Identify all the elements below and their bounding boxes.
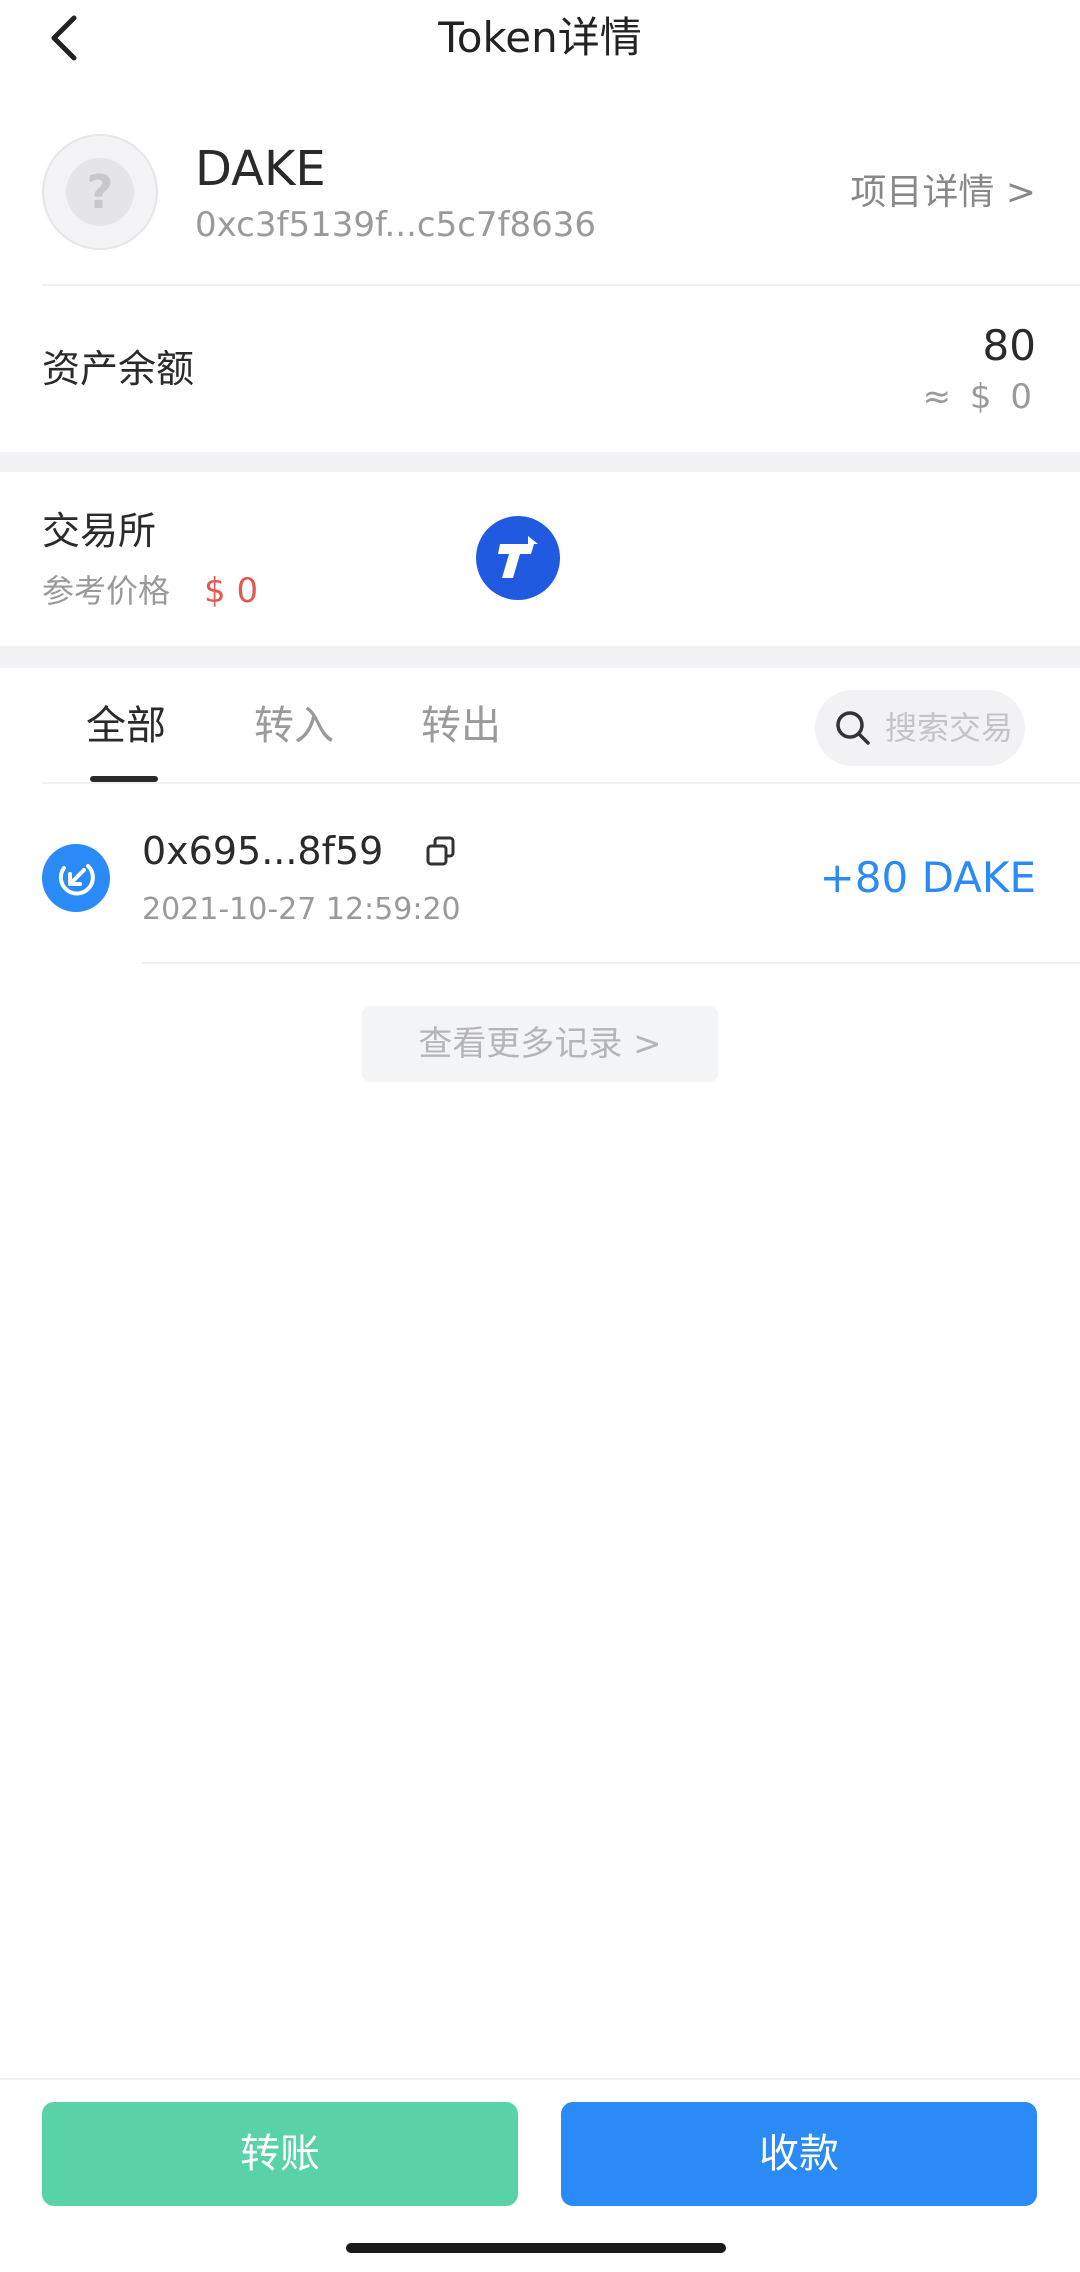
divider: [42, 284, 1080, 286]
balance-amount: 80: [982, 321, 1036, 370]
balance-fiat-value: ≈ $ 0: [922, 377, 1036, 417]
search-icon: [836, 711, 870, 745]
token-symbol: DAKE: [195, 141, 326, 197]
header: Token详情: [0, 0, 1080, 76]
page-title: Token详情: [438, 13, 642, 62]
section-separator: [0, 646, 1080, 668]
reference-price-value: $ 0: [204, 571, 259, 611]
home-indicator[interactable]: [346, 2243, 726, 2253]
transfer-button[interactable]: 转账: [42, 2102, 518, 2206]
exchange-logo-icon[interactable]: [476, 516, 560, 600]
reference-price-label: 参考价格: [42, 572, 171, 610]
balance-label: 资产余额: [42, 347, 195, 391]
token-logo: ?: [42, 134, 158, 250]
search-input[interactable]: 搜索交易: [815, 690, 1025, 766]
view-more-records-button[interactable]: 查看更多记录 >: [362, 1006, 718, 1082]
token-placeholder-icon: ?: [66, 158, 134, 226]
divider: [42, 782, 1080, 784]
token-address[interactable]: 0xc3f5139f...c5c7f8636: [195, 204, 596, 246]
transaction-amount: +80 DAKE: [819, 853, 1036, 902]
divider: [142, 962, 1080, 964]
copy-icon[interactable]: [424, 834, 458, 868]
incoming-arrow-icon: [42, 844, 110, 912]
project-details-link[interactable]: 项目详情 >: [850, 170, 1036, 216]
exchange-label: 交易所: [42, 509, 157, 553]
token-detail-screen: Token详情 ? DAKE 0xc3f5139f...c5c7f8636 项目…: [0, 0, 1080, 2272]
tab-all[interactable]: 全部: [86, 700, 166, 752]
section-separator: [0, 452, 1080, 472]
tab-outgoing[interactable]: 转出: [421, 700, 501, 752]
search-placeholder: 搜索交易: [885, 709, 1014, 747]
receive-button[interactable]: 收款: [561, 2102, 1037, 2206]
tab-incoming[interactable]: 转入: [254, 700, 334, 752]
transaction-time: 2021-10-27 12:59:20: [142, 892, 461, 927]
exchange-t-icon: [498, 536, 538, 578]
transaction-hash: 0x695...8f59: [142, 829, 384, 873]
